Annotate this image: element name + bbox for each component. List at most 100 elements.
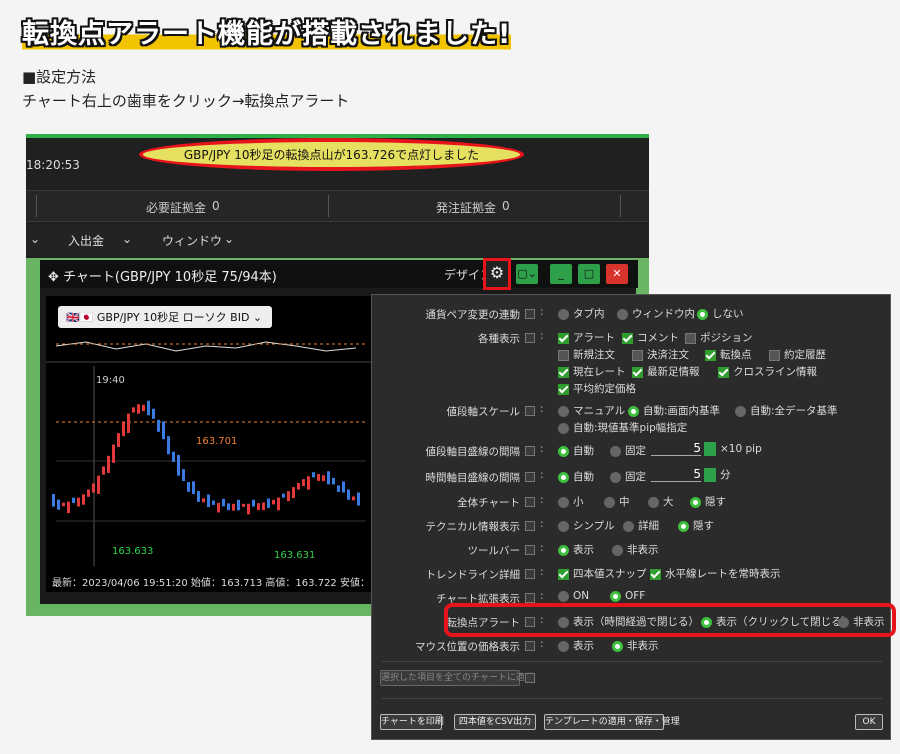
- low-label-1: 163.633: [112, 546, 154, 557]
- candle: [237, 499, 240, 511]
- display-position[interactable]: ポジション: [685, 330, 753, 345]
- menu-deposit[interactable]: 入出金: [68, 232, 104, 249]
- headline: 転換点アラート機能が搭載されました!: [22, 12, 512, 51]
- price-grid-auto[interactable]: 自動: [558, 443, 594, 458]
- apply-checkbox[interactable]: [525, 545, 535, 555]
- move-icon[interactable]: ✥: [48, 270, 59, 285]
- layout-button[interactable]: ▢⌄: [516, 264, 538, 284]
- tech-info-simple[interactable]: シンプル: [558, 518, 615, 533]
- time-grid-auto[interactable]: 自動: [558, 469, 594, 484]
- tech-info-hide[interactable]: 隠す: [678, 518, 714, 533]
- pair-link-option-window[interactable]: ウィンドウ内: [617, 306, 695, 321]
- apply-checkbox[interactable]: [525, 446, 535, 456]
- display-avg-price[interactable]: 平均約定価格: [558, 381, 636, 396]
- price-scale-label: 値段軸スケール: [446, 406, 521, 418]
- toolbar-show[interactable]: 表示: [558, 542, 594, 557]
- display-alert[interactable]: アラート: [558, 330, 615, 345]
- whole-chart-small[interactable]: 小: [558, 494, 584, 509]
- chart-area[interactable]: 🇬🇧🇯🇵 GBP/JPY 10秒足 ローソク BID ⌄ 19:40 163.7…: [46, 296, 389, 592]
- candle: [152, 408, 155, 419]
- minimize-button[interactable]: _: [550, 264, 572, 284]
- tech-info-detail[interactable]: 詳細: [623, 518, 659, 533]
- apply-all-button[interactable]: 選択した項目を全てのチャートに適用: [380, 670, 534, 686]
- candle: [222, 498, 225, 507]
- whole-chart-medium[interactable]: 中: [604, 494, 630, 509]
- close-button[interactable]: ✕: [606, 264, 628, 284]
- display-latest-bar[interactable]: 最新足情報: [632, 364, 700, 379]
- price-scale-auto-all[interactable]: 自動:全データ基準: [735, 403, 838, 418]
- candle: [117, 433, 120, 447]
- apply-checkbox[interactable]: [525, 472, 535, 482]
- pair-link-option-tab[interactable]: タブ内: [558, 306, 605, 321]
- mouse-price-label: マウス位置の価格表示: [415, 641, 520, 653]
- display-turning-point[interactable]: 転換点: [705, 347, 752, 362]
- mouse-price-hide[interactable]: 非表示: [612, 638, 659, 653]
- csv-export-button[interactable]: 四本値をCSV出力: [454, 714, 536, 730]
- display-current-rate[interactable]: 現在レート: [558, 364, 626, 379]
- price-grid-unit: ×10 pip: [720, 443, 762, 455]
- apply-all-checkbox[interactable]: [525, 673, 535, 683]
- candle: [52, 494, 55, 507]
- mouse-price-show[interactable]: 表示: [558, 638, 594, 653]
- row-tech-info: テクニカル情報表示 : シンプル 詳細 隠す: [425, 518, 715, 533]
- whole-chart-large[interactable]: 大: [648, 494, 674, 509]
- chevron-down-icon[interactable]: ⌄: [122, 232, 132, 246]
- menu-window[interactable]: ウィンドウ: [162, 232, 222, 249]
- trendline-snap[interactable]: 四本値スナップ: [558, 566, 647, 581]
- chart-ext-off[interactable]: OFF: [610, 590, 645, 602]
- how-to-title: ■設定方法: [22, 68, 97, 86]
- candle: [272, 499, 275, 505]
- candle: [197, 491, 200, 502]
- row-display-3: 現在レート 最新足情報 クロスライン情報: [372, 363, 892, 381]
- apply-checkbox[interactable]: [525, 521, 535, 531]
- apply-checkbox[interactable]: [525, 309, 535, 319]
- time-grid-value[interactable]: 5分: [648, 467, 731, 482]
- time-grid-fixed[interactable]: 固定: [610, 469, 646, 484]
- price-scale-manual[interactable]: マニュアル: [558, 403, 625, 418]
- apply-checkbox[interactable]: [525, 641, 535, 651]
- price-grid-value[interactable]: 5 ×10 pip: [648, 441, 762, 456]
- ok-button[interactable]: OK: [855, 714, 883, 730]
- trendline-hline-rate[interactable]: 水平線レートを常時表示: [650, 566, 781, 581]
- candle: [212, 500, 215, 505]
- apply-checkbox[interactable]: [525, 569, 535, 579]
- chevron-down-icon[interactable]: ⌄: [30, 232, 40, 246]
- whole-chart-hide[interactable]: 隠す: [690, 494, 726, 509]
- candle: [227, 503, 230, 511]
- price-grid-fixed[interactable]: 固定: [610, 443, 646, 458]
- toolbar-hide[interactable]: 非表示: [612, 542, 659, 557]
- candle: [72, 497, 75, 504]
- time-label: 19:40: [96, 375, 125, 386]
- display-new-order[interactable]: 新規注文: [558, 347, 615, 362]
- candle: [147, 400, 150, 416]
- apply-checkbox[interactable]: [525, 406, 535, 416]
- candle: [337, 485, 340, 492]
- turning-point-alert-banner[interactable]: GBP/JPY 10秒足の転換点山が163.726で点灯しました: [139, 138, 524, 171]
- low-label-2: 163.631: [274, 550, 316, 561]
- chevron-down-icon[interactable]: ⌄: [224, 232, 234, 246]
- gear-icon[interactable]: ⚙: [483, 258, 511, 290]
- chart-ext-on[interactable]: ON: [558, 590, 589, 602]
- apply-checkbox[interactable]: [525, 333, 535, 343]
- candle: [347, 489, 350, 500]
- print-chart-button[interactable]: チャートを印刷: [380, 714, 444, 730]
- candle: [127, 413, 130, 433]
- pair-link-label: 通貨ペア変更の連動: [425, 309, 521, 321]
- price-scale-auto-screen[interactable]: 自動:画面内基準: [628, 403, 720, 418]
- pair-link-option-none[interactable]: しない: [697, 306, 744, 321]
- display-comment[interactable]: コメント: [622, 330, 679, 345]
- spinner-icon[interactable]: [704, 468, 716, 482]
- row-trendline: トレンドライン詳細 : 四本値スナップ 水平線レートを常時表示: [425, 566, 781, 581]
- display-close-order[interactable]: 決済注文: [632, 347, 689, 362]
- apply-checkbox[interactable]: [525, 593, 535, 603]
- apply-checkbox[interactable]: [525, 497, 535, 507]
- price-scale-auto-pip[interactable]: 自動:現値基準pip幅指定: [558, 420, 687, 435]
- required-margin-label: 必要証拠金: [146, 201, 207, 215]
- whole-chart-label: 全体チャート: [457, 497, 520, 509]
- required-margin-value: 0: [212, 199, 220, 213]
- display-crossline[interactable]: クロスライン情報: [718, 364, 817, 379]
- display-fill-history[interactable]: 約定履歴: [769, 347, 826, 362]
- maximize-button[interactable]: □: [578, 264, 600, 284]
- spinner-icon[interactable]: [704, 442, 716, 456]
- template-button[interactable]: テンプレートの適用・保存・管理: [544, 714, 680, 730]
